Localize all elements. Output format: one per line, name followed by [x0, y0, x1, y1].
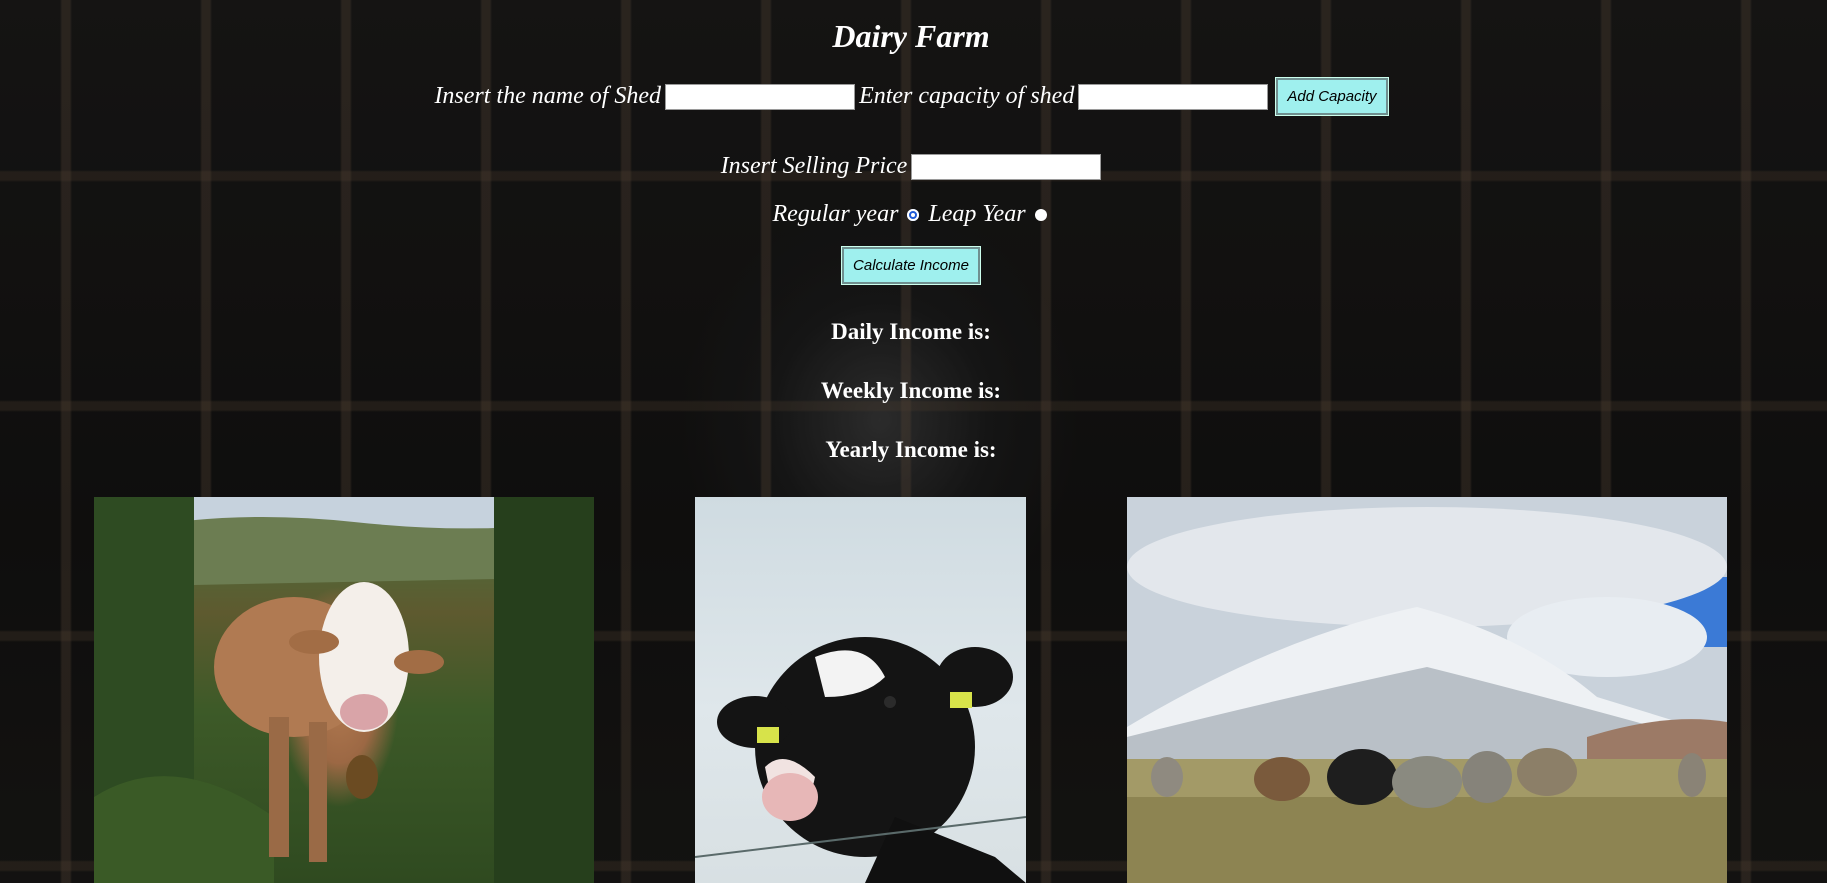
calculate-income-button[interactable]: Calculate Income	[841, 246, 981, 285]
yearly-income-label: Yearly Income is:	[825, 437, 997, 462]
calculate-wrapper: Calculate Income	[0, 246, 1822, 285]
add-capacity-button[interactable]: Add Capacity	[1275, 77, 1389, 116]
shed-name-input[interactable]	[665, 83, 856, 110]
capacity-label: Enter capacity of shed	[859, 83, 1075, 109]
herd-mountain-image	[1127, 497, 1727, 883]
page-title: Dairy Farm	[832, 18, 990, 54]
herd-mountain-photo	[1127, 497, 1727, 883]
regular-year-radio[interactable]	[907, 208, 920, 221]
leap-year-radio[interactable]	[1034, 208, 1047, 221]
holstein-cow-image	[695, 637, 1026, 883]
brown-cow-image	[94, 497, 594, 883]
selling-price-label: Insert Selling Price	[720, 153, 908, 179]
brown-cow-photo	[94, 497, 594, 883]
shed-form-row: Insert the name of Shed Enter capacity o…	[0, 77, 1822, 116]
year-type-row: Regular year Leap Year	[0, 201, 1822, 228]
shed-name-label: Insert the name of Shed	[434, 83, 662, 109]
holstein-cow-photo	[695, 497, 1026, 883]
selling-price-input[interactable]	[911, 153, 1102, 180]
leap-year-label: Leap Year	[928, 201, 1026, 227]
capacity-input[interactable]	[1078, 83, 1269, 110]
weekly-income-label: Weekly Income is:	[820, 378, 1002, 403]
daily-income-label: Daily Income is:	[831, 319, 991, 344]
selling-price-row: Insert Selling Price	[0, 153, 1822, 180]
regular-year-label: Regular year	[772, 201, 899, 227]
